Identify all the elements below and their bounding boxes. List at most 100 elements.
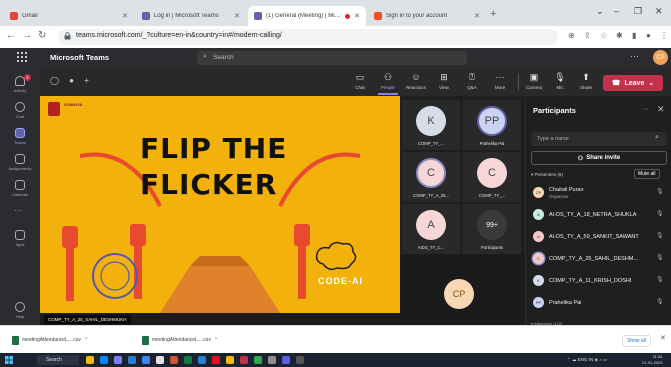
- chat-icon: [15, 102, 25, 112]
- browser-tab-signin[interactable]: Sign in to your account ✕: [368, 6, 486, 26]
- teams-search-input[interactable]: ⌕ Search: [197, 51, 467, 65]
- teams-icon[interactable]: [114, 356, 122, 364]
- close-icon[interactable]: ✕: [234, 12, 240, 20]
- video-tile[interactable]: A AIDS_TY_C...: [402, 204, 460, 254]
- qa-button[interactable]: ⍰ Q&A: [460, 71, 484, 90]
- close-icon[interactable]: ✕: [122, 12, 128, 20]
- app-icon[interactable]: [212, 356, 220, 364]
- rail-item-help[interactable]: Help: [0, 300, 40, 326]
- close-icon[interactable]: ✕: [354, 12, 360, 20]
- download-item[interactable]: meetingAttendanceL....csv ⌃: [12, 334, 88, 346]
- browser-tab-gmail[interactable]: Gmail ✕: [4, 6, 134, 26]
- browser-menu-icon[interactable]: ⋮: [660, 31, 668, 40]
- word-icon[interactable]: [128, 356, 136, 364]
- mute-all-button[interactable]: Mute all: [634, 169, 660, 179]
- windows-start-icon[interactable]: [5, 356, 13, 364]
- chat-button[interactable]: ▭ Chat: [348, 71, 372, 90]
- chevron-up-icon[interactable]: ⌃: [84, 337, 88, 343]
- new-tab-button[interactable]: +: [490, 8, 496, 20]
- app-icon[interactable]: [254, 356, 262, 364]
- app-icon[interactable]: [296, 356, 304, 364]
- bookmark-star-icon[interactable]: ☆: [600, 31, 607, 40]
- tab-label: Log in | Microsoft Teams: [154, 13, 219, 19]
- reactions-button[interactable]: ☺ Reactions: [404, 71, 428, 90]
- edge-icon[interactable]: [100, 356, 108, 364]
- chevron-up-icon[interactable]: ⌃: [214, 337, 218, 343]
- profile-icon[interactable]: ●: [646, 31, 651, 40]
- install-icon[interactable]: ⊕: [568, 31, 575, 40]
- rail-item-assignments[interactable]: Assignments: [0, 152, 40, 178]
- tile-label: AIDS_TY_C...: [417, 245, 445, 250]
- close-window-button[interactable]: ✕: [655, 6, 663, 17]
- forward-icon[interactable]: →: [22, 30, 32, 41]
- video-tile[interactable]: C COMP_TY_A_25...: [402, 152, 460, 202]
- participant-search-input[interactable]: Type a name ⌕: [531, 132, 667, 146]
- participant-row[interactable]: A AI-DS_TY_A_59_SANKIT_SAWANT 🎙: [531, 228, 669, 246]
- browser-tab-teams-login[interactable]: Log in | Microsoft Teams ✕: [136, 6, 246, 26]
- app-icon[interactable]: [226, 356, 234, 364]
- rail-item-apps[interactable]: Apps: [0, 228, 40, 254]
- presenters-section-header[interactable]: ▾ Presenters (6): [531, 172, 563, 178]
- participant-role: Organizer: [549, 194, 569, 199]
- avatar: A: [533, 209, 544, 220]
- address-bar[interactable]: teams.microsoft.com/_?culture=en-in&coun…: [58, 29, 558, 45]
- video-tile[interactable]: PP Prahelika Pai: [463, 100, 521, 150]
- rail-item-activity[interactable]: Activity 1: [0, 74, 40, 100]
- restore-button[interactable]: ❐: [634, 6, 642, 17]
- mic-button[interactable]: 🎙 Mic: [548, 71, 572, 90]
- avatar[interactable]: CP: [653, 50, 668, 65]
- more-apps-icon[interactable]: ···: [14, 206, 22, 215]
- rail-item-teams[interactable]: Teams: [0, 126, 40, 152]
- app-launcher-icon[interactable]: [17, 52, 27, 62]
- more-options-icon[interactable]: ···: [642, 106, 649, 113]
- vscode-icon[interactable]: [198, 356, 206, 364]
- excel-icon[interactable]: [184, 356, 192, 364]
- app-icon[interactable]: [282, 356, 290, 364]
- reactions-icon: ☺: [411, 72, 421, 82]
- close-icon[interactable]: ✕: [474, 12, 480, 20]
- rail-item-calendar[interactable]: Calendar: [0, 178, 40, 204]
- extensions-icon[interactable]: ✱: [616, 31, 623, 40]
- file-explorer-icon[interactable]: [86, 356, 94, 364]
- calendar-icon: [15, 180, 25, 190]
- share-icon[interactable]: ⇪: [584, 31, 591, 40]
- video-tile[interactable]: C COMP_TY_...: [463, 152, 521, 202]
- video-tile[interactable]: K COMP_TY_...: [402, 100, 460, 150]
- show-all-downloads-button[interactable]: Show all: [622, 335, 651, 347]
- close-icon[interactable]: ✕: [660, 334, 666, 342]
- reload-icon[interactable]: ↻: [38, 30, 46, 41]
- download-item[interactable]: meetingAttendanceL....csv ⌃: [142, 334, 218, 346]
- participant-row[interactable]: CP Chaitali Purao Organizer 🎙: [531, 184, 669, 202]
- powerpoint-icon[interactable]: [170, 356, 178, 364]
- taskbar-search[interactable]: Search: [37, 355, 79, 365]
- participant-row[interactable]: C COMP_TY_A_25_SAHIL_DESHM... 🎙: [531, 250, 669, 268]
- app-rail: Activity 1 Chat Teams Assignments Calend…: [0, 68, 40, 325]
- people-button[interactable]: ⚇ People: [376, 71, 400, 95]
- minimize-button[interactable]: –: [614, 6, 619, 16]
- chevron-down-icon[interactable]: ⌄: [596, 6, 604, 17]
- back-icon[interactable]: ←: [6, 30, 16, 41]
- view-button[interactable]: ⊞ View: [432, 71, 456, 90]
- rail-item-chat[interactable]: Chat: [0, 100, 40, 126]
- more-button[interactable]: ··· More: [488, 71, 512, 90]
- system-tray[interactable]: ⌃ ☁ ENG IN ◈ ♪ ▭: [567, 357, 607, 363]
- close-icon[interactable]: ✕: [657, 104, 665, 115]
- taskbar-clock[interactable]: 11:54 21-01-2023: [642, 354, 662, 365]
- share-invite-button[interactable]: ⚇ Share invite: [531, 151, 667, 165]
- camera-button[interactable]: ▣ Camera: [522, 71, 546, 90]
- more-options-icon[interactable]: ···: [630, 51, 639, 61]
- leave-button[interactable]: ☎ Leave ⌄: [603, 75, 663, 91]
- participant-row[interactable]: K COMP_TY_A_11_KRISH_DOSHI 🎙: [531, 272, 669, 290]
- share-button[interactable]: ⬆ Share: [574, 71, 598, 90]
- app-icon[interactable]: [268, 356, 276, 364]
- sidebar-icon[interactable]: ▮: [632, 31, 636, 40]
- chrome-icon[interactable]: [142, 356, 150, 364]
- participant-row[interactable]: A AI-DS_TY_A_18_NETRA_SHUKLA 🎙: [531, 206, 669, 224]
- participant-count-tile[interactable]: 99+ Participants: [463, 204, 521, 254]
- more-label: More: [494, 85, 506, 90]
- store-icon[interactable]: [156, 356, 164, 364]
- app-icon[interactable]: [240, 356, 248, 364]
- browser-tab-meeting[interactable]: (1) General (Meeting) | Microsoft Teams …: [248, 6, 366, 26]
- participant-row[interactable]: PP Prahelika Pai 🎙: [531, 294, 669, 312]
- chevron-down-icon: ⌄: [648, 80, 655, 87]
